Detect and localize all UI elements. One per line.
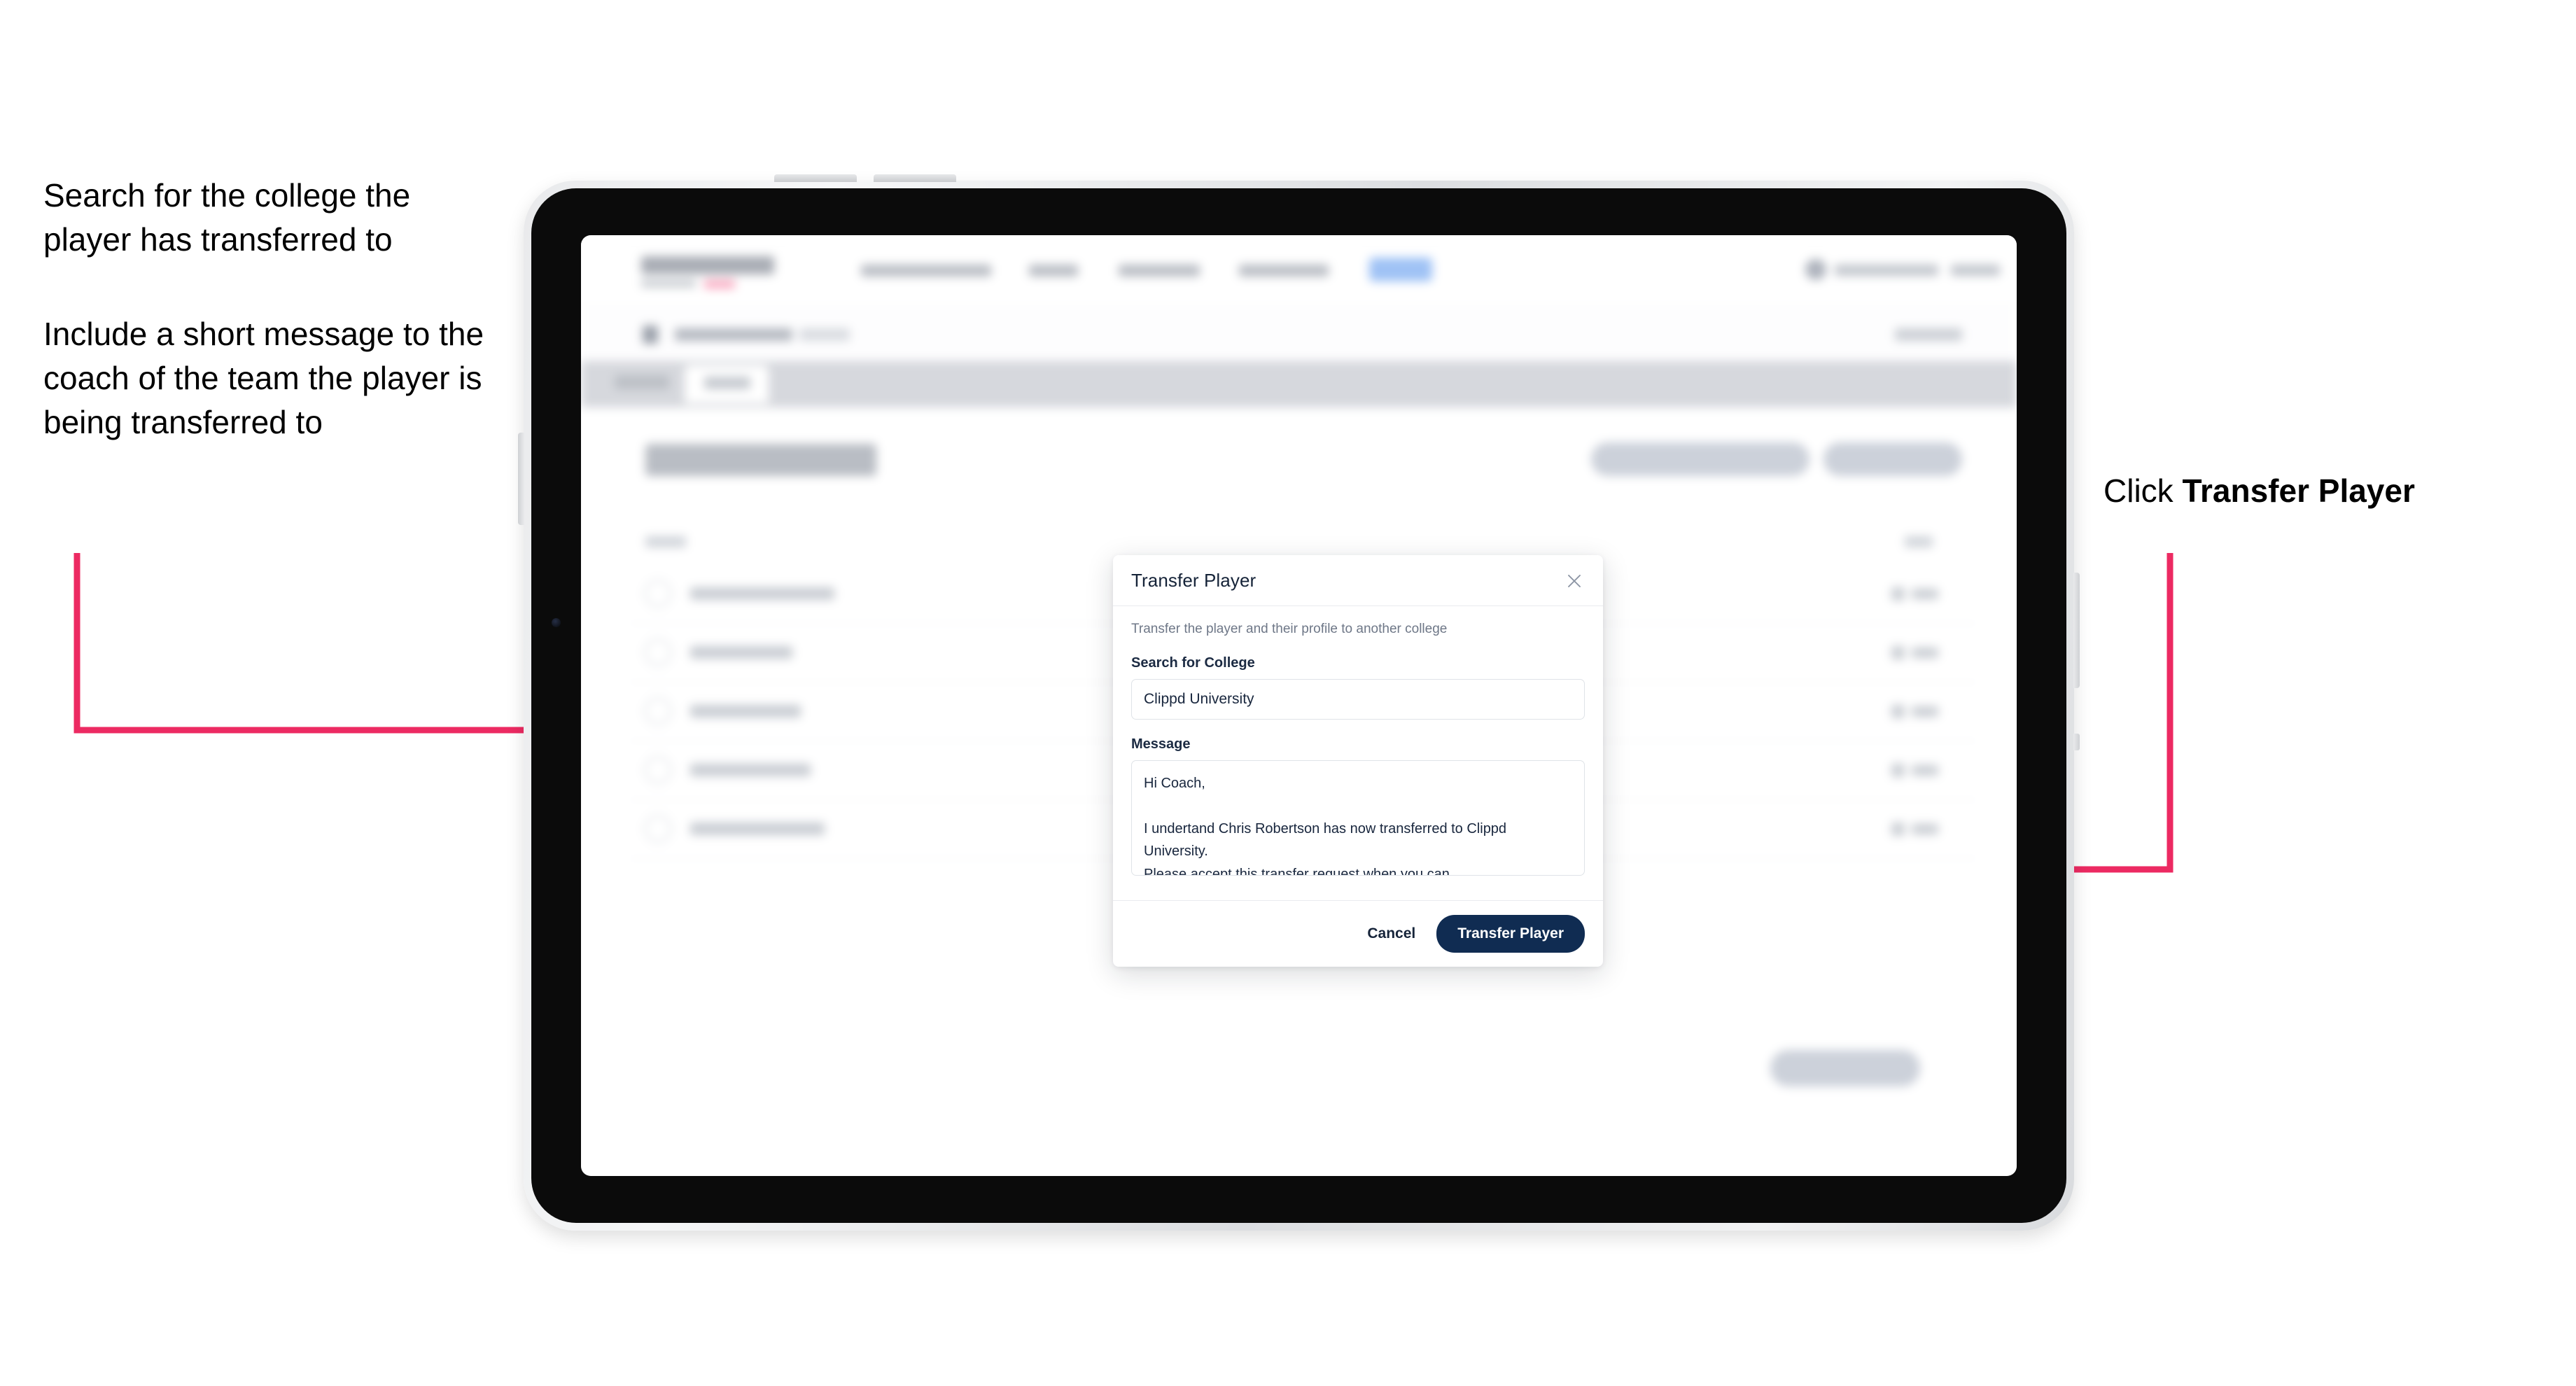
edit-label[interactable] — [1912, 648, 1938, 658]
dialog-footer: Cancel Transfer Player — [1113, 900, 1603, 967]
player-name — [690, 646, 792, 659]
edit-label[interactable] — [1912, 824, 1938, 834]
app-tab-strip — [581, 361, 2017, 407]
annotation-search-college: Search for the college the player has tr… — [43, 177, 411, 258]
nav-item-teams[interactable] — [1029, 265, 1078, 276]
left-annotation-group: Search for the college the player has tr… — [43, 174, 491, 444]
column-header-edit — [1905, 536, 1933, 547]
annotation-click-emphasis: Transfer Player — [2182, 472, 2415, 509]
avatar — [644, 580, 672, 608]
column-header-email — [645, 536, 686, 547]
volume-down-button[interactable] — [874, 174, 956, 182]
app-sub-header — [581, 307, 2017, 361]
field-spacer — [1131, 720, 1585, 736]
page-title — [645, 444, 876, 476]
save-roster-changes-button[interactable] — [1770, 1050, 1920, 1086]
transfer-player-dialog: Transfer Player Transfer the player and … — [1113, 555, 1603, 967]
dialog-title: Transfer Player — [1131, 570, 1256, 591]
request-player-transfer-button[interactable] — [1591, 442, 1809, 476]
close-icon[interactable] — [1564, 570, 1585, 592]
avatar — [644, 815, 672, 843]
edit-icon[interactable] — [1891, 705, 1905, 718]
front-camera-icon — [552, 618, 561, 627]
message-textarea[interactable] — [1131, 760, 1585, 876]
dialog-body: Transfer the player and their profile to… — [1113, 606, 1603, 885]
message-field-label: Message — [1131, 736, 1191, 752]
left-side-button[interactable] — [518, 433, 524, 525]
college-field-label: Search for College — [1131, 655, 1255, 671]
tab-overview[interactable] — [615, 375, 669, 389]
sub-header-subtitle — [799, 328, 850, 341]
user-name-label — [1835, 265, 1938, 276]
nav-item-tournaments[interactable] — [861, 265, 991, 276]
annotation-click-prefix: Click — [2104, 472, 2183, 509]
avatar — [644, 638, 672, 666]
volume-up-button[interactable] — [774, 174, 857, 182]
app-logo-badge — [704, 280, 735, 288]
player-name — [690, 764, 811, 776]
sub-header-cancel-button[interactable] — [1895, 328, 1962, 341]
tab-roster-label — [704, 377, 750, 389]
edit-icon[interactable] — [1891, 822, 1905, 836]
player-name — [690, 822, 825, 835]
nav-item-active[interactable] — [1369, 258, 1432, 281]
sub-header-title — [675, 328, 792, 341]
app-logo-subtext — [641, 280, 696, 287]
nav-item-analytics[interactable] — [1239, 265, 1329, 276]
player-name — [690, 587, 834, 600]
right-secondary-button[interactable] — [2073, 734, 2080, 750]
cancel-button[interactable]: Cancel — [1364, 921, 1418, 946]
edit-icon[interactable] — [1891, 764, 1905, 777]
avatar — [644, 697, 672, 725]
edit-label[interactable] — [1912, 706, 1938, 717]
nav-item-schedule[interactable] — [1119, 265, 1200, 276]
transfer-player-button[interactable]: Transfer Player — [1436, 915, 1585, 953]
edit-icon[interactable] — [1891, 587, 1905, 601]
tablet-device: Transfer Player Transfer the player and … — [518, 174, 2080, 1231]
dialog-description: Transfer the player and their profile to… — [1131, 622, 1448, 636]
edit-label[interactable] — [1912, 589, 1938, 599]
scoreboard-icon — [643, 326, 658, 344]
edit-icon[interactable] — [1891, 646, 1905, 659]
add-player-button[interactable] — [1823, 442, 1962, 476]
sign-out-button[interactable] — [1951, 265, 2000, 276]
edit-label[interactable] — [1912, 765, 1938, 776]
avatar[interactable] — [1805, 259, 1826, 280]
player-name — [690, 705, 801, 718]
power-button[interactable] — [2073, 573, 2080, 688]
app-top-navbar — [581, 235, 2017, 307]
avatar — [644, 756, 672, 784]
annotation-include-message: Include a short message to the coach of … — [43, 316, 484, 441]
search-college-input[interactable] — [1131, 679, 1585, 720]
right-annotation-click-transfer: Click Transfer Player — [2104, 470, 2415, 512]
app-logo[interactable] — [641, 256, 774, 274]
dialog-header: Transfer Player — [1113, 555, 1603, 606]
tablet-screen: Transfer Player Transfer the player and … — [581, 235, 2017, 1176]
